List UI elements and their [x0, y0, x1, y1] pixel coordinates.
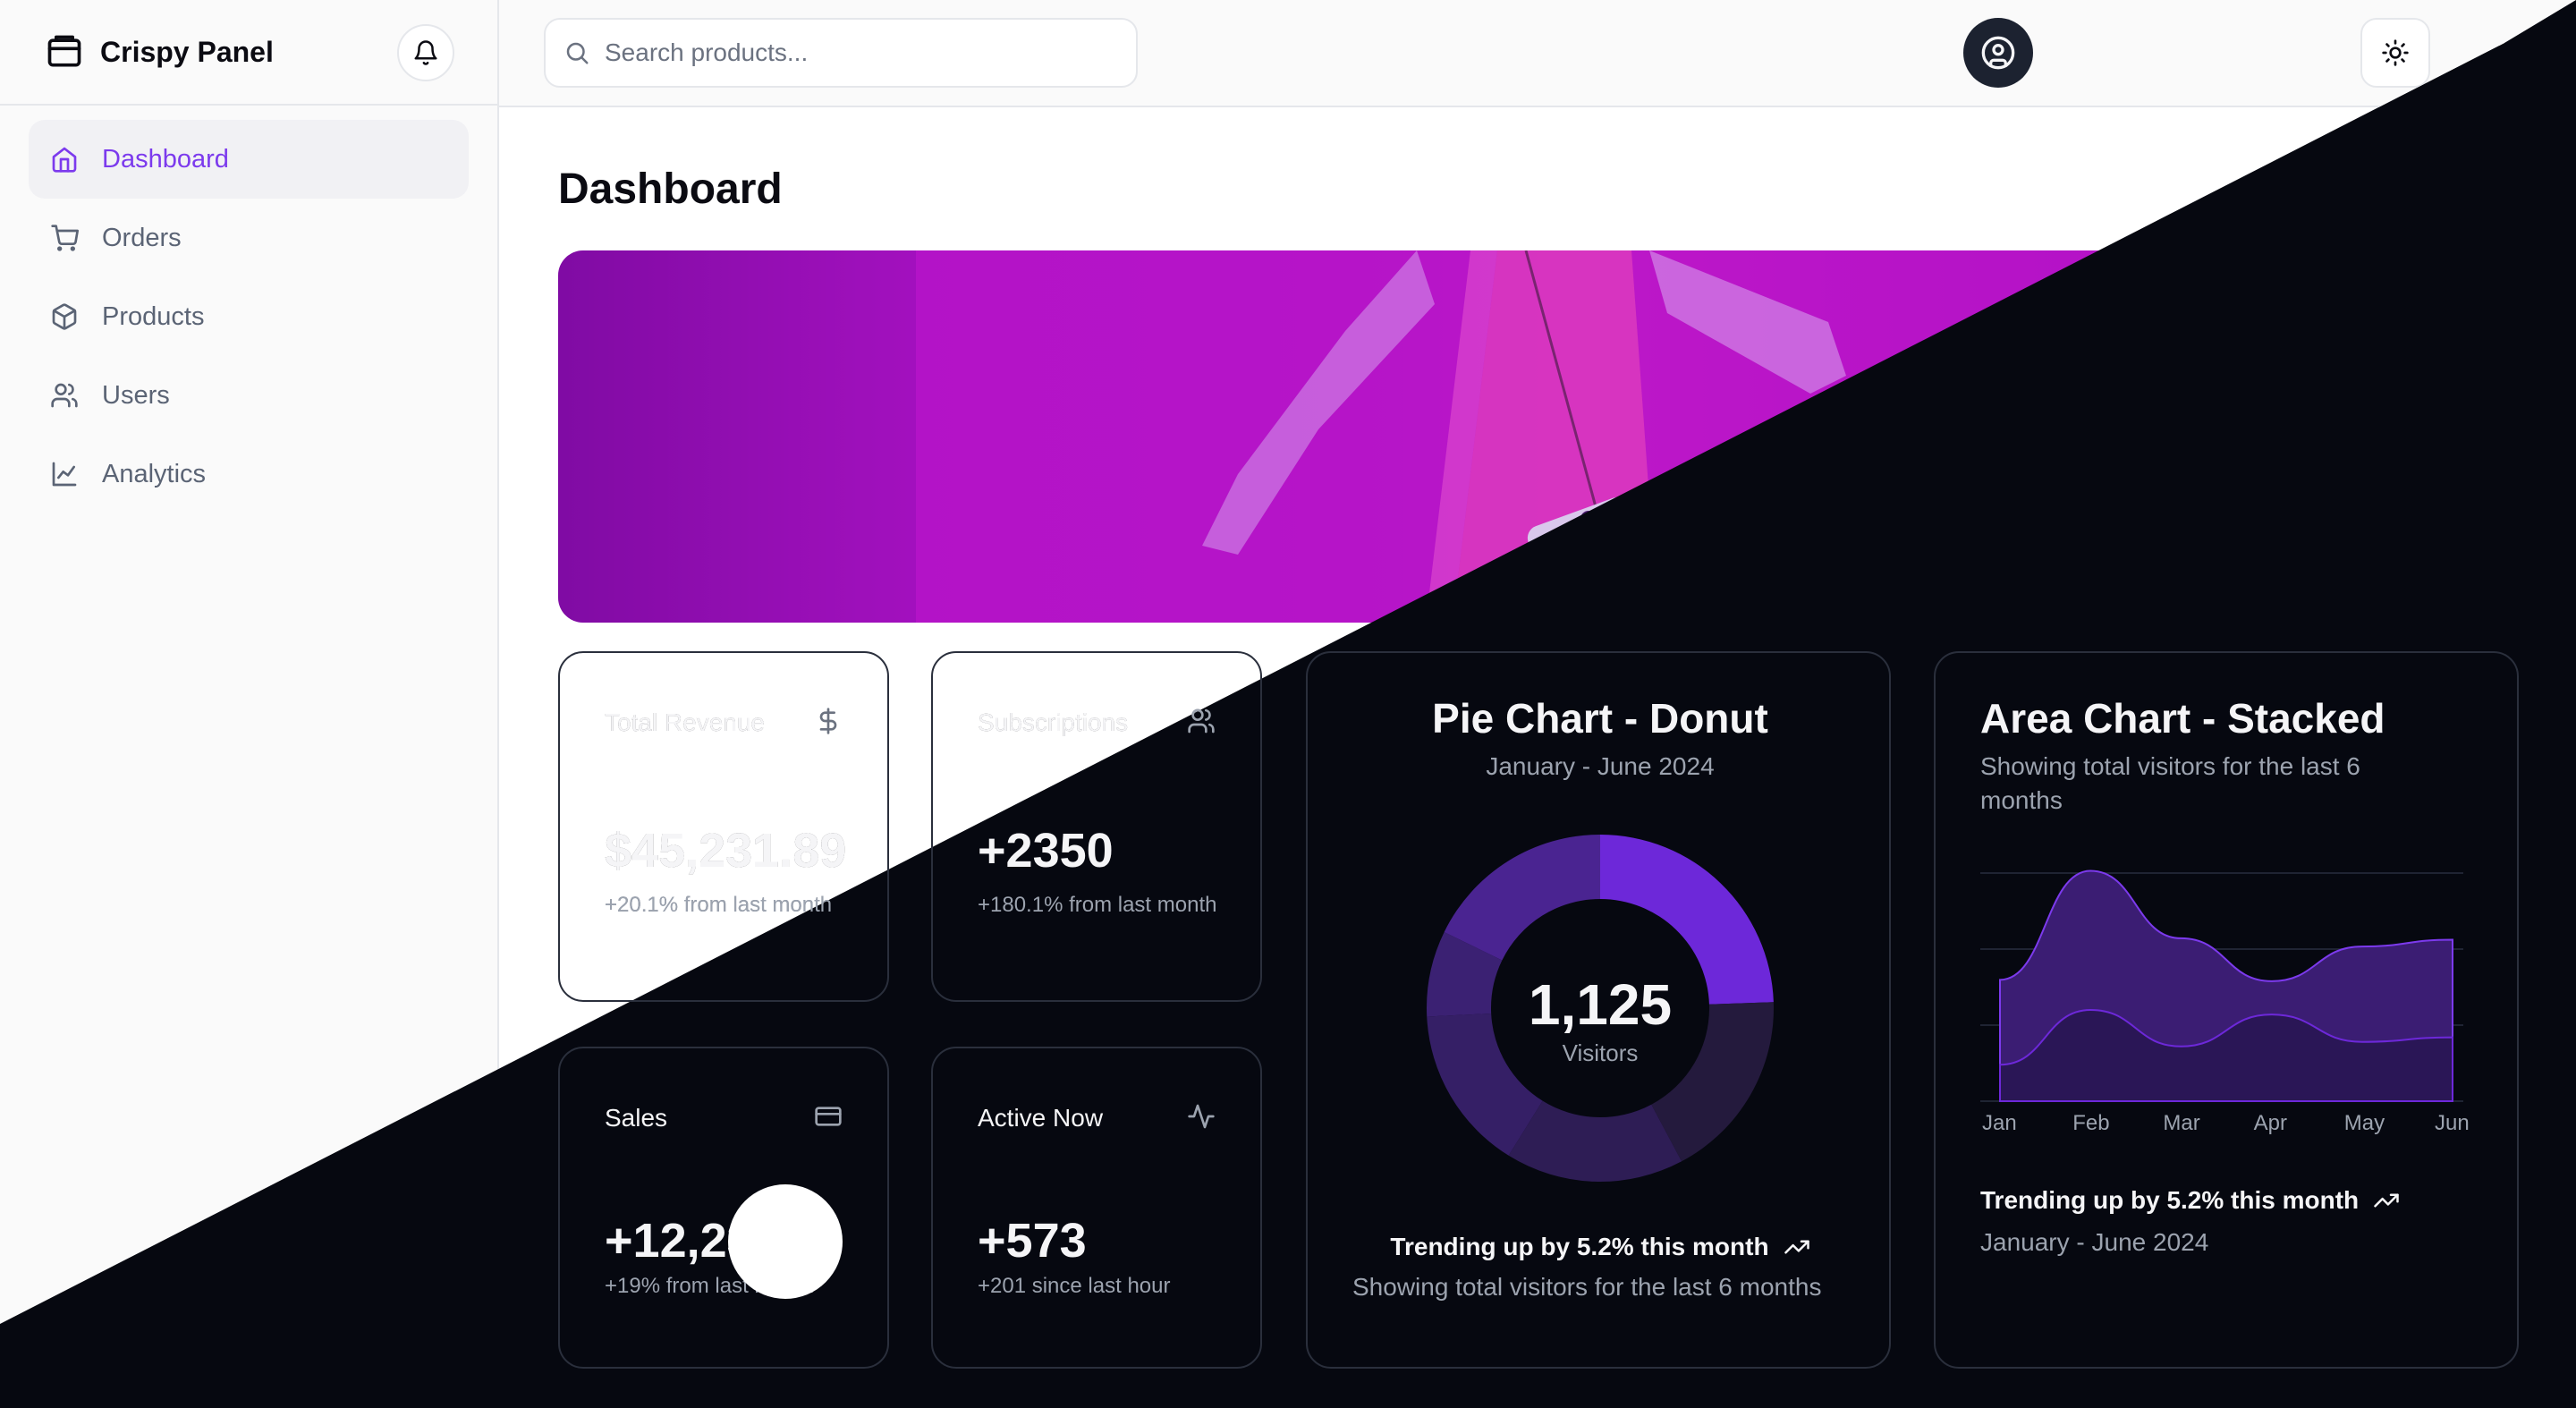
donut-slice[interactable] [1444, 835, 1600, 961]
stat-title: Total Revenue [605, 708, 766, 736]
x-axis-tick: Feb [2072, 1111, 2110, 1135]
cart-icon [51, 225, 79, 251]
users-icon [1188, 708, 1215, 734]
trend-text: Trending up by 5.2% this month [1308, 1233, 1893, 1261]
activity-icon [1188, 1104, 1215, 1129]
stat-change: +201 since last hour [978, 1274, 1171, 1298]
x-axis-tick: Mar [2163, 1111, 2200, 1135]
stat-change: +180.1% from last month [978, 893, 1217, 917]
sidebar-item-label: Users [102, 380, 170, 410]
users-icon [51, 383, 78, 408]
donut-center-label: Visitors [1562, 1039, 1639, 1066]
stat-title: Subscriptions [978, 708, 1129, 736]
donut-chart-card: Pie Chart - Donut January - June 2024 1,… [1306, 651, 1891, 1369]
x-axis-tick: Apr [2253, 1111, 2287, 1135]
sidebar-item-dashboard[interactable]: Dashboard [29, 120, 469, 199]
user-menu-button[interactable] [1963, 18, 2033, 88]
sidebar-item-label: Products [102, 301, 205, 331]
bell-icon [414, 40, 437, 65]
stat-value: $45,231.89 [605, 824, 847, 878]
page-title: Dashboard [558, 165, 783, 213]
app-root: Crispy Panel Dashboard Orders Products U… [0, 0, 2576, 1408]
search-bar-light[interactable] [544, 18, 1138, 88]
trend-label: Trending up by 5.2% this month [1390, 1233, 1769, 1260]
x-axis-tick: May [2343, 1111, 2385, 1135]
sidebar-nav: Dashboard Orders Products Users Analytic… [0, 106, 497, 528]
area-chart [1980, 869, 2463, 1102]
chart-title: Pie Chart - Donut [1432, 695, 1768, 742]
chart-title: Area Chart - Stacked [1980, 695, 2385, 742]
chart-footer: Showing total visitors for the last 6 mo… [1352, 1273, 1822, 1301]
x-axis-tick: Jun [2435, 1111, 2470, 1135]
sidebar-item-label: Orders [102, 223, 182, 252]
home-icon [52, 147, 77, 173]
sidebar-item-analytics[interactable]: Analytics [29, 435, 469, 513]
stat-card-sales: Sales +12,234 +19% from last month [558, 1047, 889, 1369]
brand: Crispy Panel [0, 0, 497, 106]
search-input[interactable] [605, 38, 1106, 67]
sun-icon [2382, 39, 2409, 66]
x-axis-tick: Jan [1982, 1111, 2017, 1135]
credit-card-icon [815, 1107, 842, 1126]
trending-up-icon [2374, 1193, 2399, 1208]
search-icon [566, 42, 589, 64]
stat-title: Sales [605, 1104, 668, 1132]
chart-footer: January - June 2024 [1980, 1228, 2209, 1256]
top-header-light [499, 0, 2504, 107]
stat-title: Active Now [978, 1104, 1104, 1132]
stat-card-total-revenue-dark: Total Revenue $45,231.89 +20.1% from las… [558, 651, 889, 1002]
sidebar-item-label: Dashboard [102, 144, 229, 174]
chart-subtitle: January - June 2024 [1486, 752, 1715, 780]
stat-card-active-now: Active Now +573 +201 since last hour [931, 1047, 1262, 1369]
stat-change: +20.1% from last month [605, 893, 833, 917]
stat-value: +573 [978, 1214, 1087, 1268]
theme-toggle-button[interactable] [2360, 18, 2430, 88]
area-chart-card: Area Chart - Stacked Showing total visit… [1934, 651, 2519, 1369]
sidebar-item-orders[interactable]: Orders [29, 199, 469, 277]
sidebar-item-users[interactable]: Users [29, 356, 469, 435]
donut-center-value: 1,125 [1528, 972, 1673, 1037]
sidebar-item-products[interactable]: Products [29, 277, 469, 356]
chart-subtitle: Showing total visitors for the last 6 mo… [1980, 752, 2360, 814]
stat-value: +2350 [978, 824, 1114, 878]
line-chart-icon [52, 462, 77, 487]
notifications-button[interactable] [397, 24, 454, 81]
app-name: Crispy Panel [100, 35, 274, 68]
stat-card-subscriptions-dark: Subscriptions +2350 +180.1% from last mo… [931, 651, 1262, 1002]
trend-text: Trending up by 5.2% this month [1980, 1186, 2400, 1215]
trending-up-icon [1784, 1240, 1809, 1254]
sidebar-item-label: Analytics [102, 459, 207, 488]
cursor-indicator [728, 1184, 843, 1299]
package-icon [47, 35, 81, 67]
trend-label: Trending up by 5.2% this month [1980, 1186, 2360, 1214]
package-icon [52, 303, 77, 330]
user-avatar-icon [1981, 36, 2015, 70]
